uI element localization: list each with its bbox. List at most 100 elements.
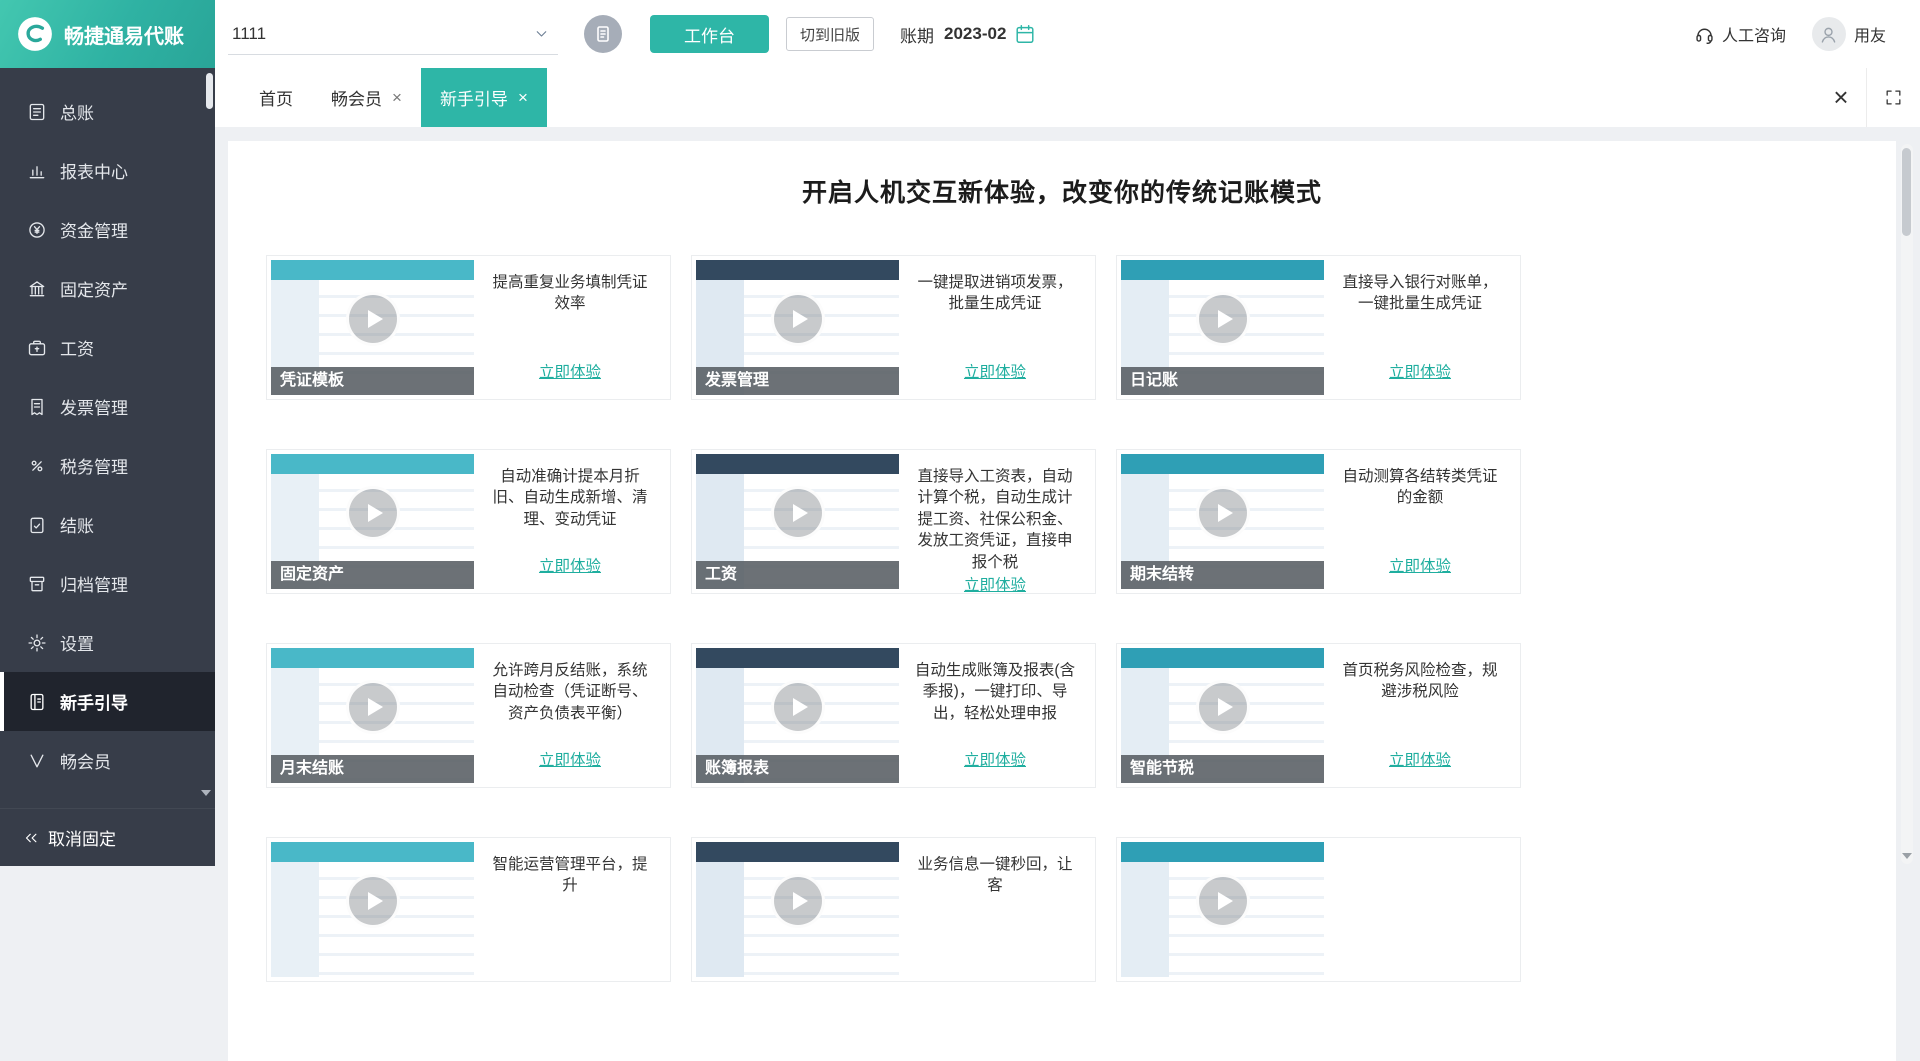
calendar-icon[interactable] <box>1014 23 1036 45</box>
video-thumbnail[interactable] <box>696 842 899 977</box>
scroll-down-icon[interactable] <box>1902 853 1912 859</box>
sidebar-item[interactable]: 设置 <box>0 613 215 672</box>
card-info: 直接导入工资表，自动计算个税，自动生成计提工资、社保公积金、发放工资凭证，直接申… <box>899 454 1091 594</box>
try-now-link[interactable]: 立即体验 <box>964 573 1026 595</box>
support-link[interactable]: 人工咨询 <box>1694 22 1786 46</box>
sidebar-item[interactable]: 畅会员 <box>0 731 215 790</box>
old-version-button[interactable]: 切到旧版 <box>786 17 875 51</box>
sidebar-item[interactable]: 总账 <box>0 82 215 141</box>
play-icon[interactable] <box>770 486 825 541</box>
closing-icon <box>27 515 47 535</box>
sidebar-item-label: 资金管理 <box>60 222 128 241</box>
top-header: 畅捷通易代账 1111 工作台 切到旧版 账期 2023-02 人工咨询 用友 <box>0 0 1920 68</box>
feature-card: 固定资产 自动准确计提本月折旧、自动生成新增、清理、变动凭证 立即体验 <box>266 449 671 594</box>
sidebar-item[interactable]: 资金管理 <box>0 200 215 259</box>
try-now-link[interactable]: 立即体验 <box>539 748 601 770</box>
feature-grid: 凭证模板 提高重复业务填制凭证效率 立即体验 发票管理 一键提取进销项发票，批量… <box>266 255 1896 982</box>
try-now-link[interactable]: 立即体验 <box>539 360 601 382</box>
video-thumbnail[interactable]: 账簿报表 <box>696 648 899 783</box>
card-info: 允许跨月反结账，系统自动检查（凭证断号、资产负债表平衡） 立即体验 <box>474 648 666 783</box>
try-now-link[interactable]: 立即体验 <box>1389 360 1451 382</box>
sidebar-item-label: 固定资产 <box>60 281 128 300</box>
try-now-link[interactable]: 立即体验 <box>964 360 1026 382</box>
sidebar-item[interactable]: 结账 <box>0 495 215 554</box>
play-icon[interactable] <box>345 680 400 735</box>
thumbnail-label: 月末结账 <box>271 755 474 783</box>
play-icon[interactable] <box>770 874 825 929</box>
feature-card: 期末结转 自动测算各结转类凭证的金额 立即体验 <box>1116 449 1521 594</box>
card-description: 自动测算各结转类凭证的金额 <box>1342 468 1498 507</box>
video-thumbnail[interactable]: 凭证模板 <box>271 260 474 395</box>
sidebar-item[interactable]: 工资 <box>0 318 215 377</box>
play-icon[interactable] <box>345 874 400 929</box>
account-select[interactable]: 1111 <box>228 13 558 55</box>
unpin-button[interactable]: 取消固定 <box>0 808 215 866</box>
video-thumbnail[interactable] <box>271 842 474 977</box>
sidebar-scrollbar-thumb[interactable] <box>206 73 213 109</box>
period-value[interactable]: 2023-02 <box>944 24 1006 44</box>
sidebar-item[interactable]: 发票管理 <box>0 377 215 436</box>
play-icon[interactable] <box>1195 874 1250 929</box>
thumbnail-label: 发票管理 <box>696 367 899 395</box>
video-thumbnail[interactable]: 日记账 <box>1121 260 1324 395</box>
sidebar-item-label: 畅会员 <box>60 753 111 772</box>
tab-label: 首页 <box>259 90 293 109</box>
card-description: 直接导入银行对账单，一键批量生成凭证 <box>1342 274 1498 313</box>
tab[interactable]: 首页 <box>240 68 312 127</box>
sidebar-scroll-down-icon[interactable] <box>201 790 211 796</box>
sidebar: 总账 报表中心 资金管理 固定资产 工资 发票管理 税务管理 结账 归档管理 设… <box>0 68 215 866</box>
sidebar-item[interactable]: 新手引导 <box>0 672 215 731</box>
play-icon[interactable] <box>1195 292 1250 347</box>
video-thumbnail[interactable]: 智能节税 <box>1121 648 1324 783</box>
sidebar-item-label: 报表中心 <box>60 163 128 182</box>
workbench-button[interactable]: 工作台 <box>650 15 769 53</box>
try-now-link[interactable]: 立即体验 <box>1389 554 1451 576</box>
play-icon[interactable] <box>345 292 400 347</box>
fullscreen-icon[interactable] <box>1866 68 1920 127</box>
tab[interactable]: 新手引导 <box>420 68 547 127</box>
try-now-link[interactable]: 立即体验 <box>539 554 601 576</box>
feature-card: 工资 直接导入工资表，自动计算个税，自动生成计提工资、社保公积金、发放工资凭证，… <box>691 449 1096 594</box>
card-description: 允许跨月反结账，系统自动检查（凭证断号、资产负债表平衡） <box>492 662 648 722</box>
user-name: 用友 <box>1853 28 1886 45</box>
main-scrollbar[interactable] <box>1901 144 1913 864</box>
main-scrollbar-thumb[interactable] <box>1902 148 1911 236</box>
video-thumbnail[interactable]: 期末结转 <box>1121 454 1324 589</box>
support-label: 人工咨询 <box>1721 28 1786 45</box>
tab[interactable]: 畅会员 <box>312 68 421 127</box>
feature-card: 发票管理 一键提取进销项发票，批量生成凭证 立即体验 <box>691 255 1096 400</box>
video-thumbnail[interactable]: 发票管理 <box>696 260 899 395</box>
card-description: 首页税务风险检查，规避涉税风险 <box>1342 662 1498 701</box>
try-now-link[interactable]: 立即体验 <box>964 748 1026 770</box>
video-thumbnail[interactable]: 月末结账 <box>271 648 474 783</box>
sidebar-item[interactable]: 归档管理 <box>0 554 215 613</box>
tab-close-icon[interactable] <box>518 89 528 106</box>
sidebar-item-label: 发票管理 <box>60 399 128 418</box>
try-now-link[interactable]: 立即体验 <box>1389 748 1451 770</box>
video-thumbnail[interactable]: 固定资产 <box>271 454 474 589</box>
play-icon[interactable] <box>1195 680 1250 735</box>
brand-logo-icon <box>16 15 54 53</box>
play-icon[interactable] <box>770 680 825 735</box>
video-thumbnail[interactable]: 工资 <box>696 454 899 589</box>
play-icon[interactable] <box>345 486 400 541</box>
sidebar-item-label: 工资 <box>60 340 94 359</box>
brand-name: 畅捷通易代账 <box>64 25 184 48</box>
tab-close-icon[interactable] <box>392 89 402 106</box>
account-select-value: 1111 <box>232 23 267 43</box>
card-description: 智能运营管理平台，提升 <box>492 856 648 895</box>
card-info: 智能运营管理平台，提升 <box>474 842 666 977</box>
card-description: 提高重复业务填制凭证效率 <box>492 274 648 313</box>
user-menu[interactable]: 用友 <box>1811 17 1886 51</box>
document-badge-icon[interactable] <box>584 15 622 53</box>
video-thumbnail[interactable] <box>1121 842 1324 977</box>
card-info: 首页税务风险检查，规避涉税风险 立即体验 <box>1324 648 1516 783</box>
play-icon[interactable] <box>770 292 825 347</box>
sidebar-item[interactable]: 报表中心 <box>0 141 215 200</box>
play-icon[interactable] <box>1195 486 1250 541</box>
sidebar-item[interactable]: 税务管理 <box>0 436 215 495</box>
brand-logo[interactable]: 畅捷通易代账 <box>0 0 215 68</box>
thumbnail-label: 固定资产 <box>271 561 474 589</box>
sidebar-item[interactable]: 固定资产 <box>0 259 215 318</box>
close-icon[interactable] <box>1816 68 1866 127</box>
